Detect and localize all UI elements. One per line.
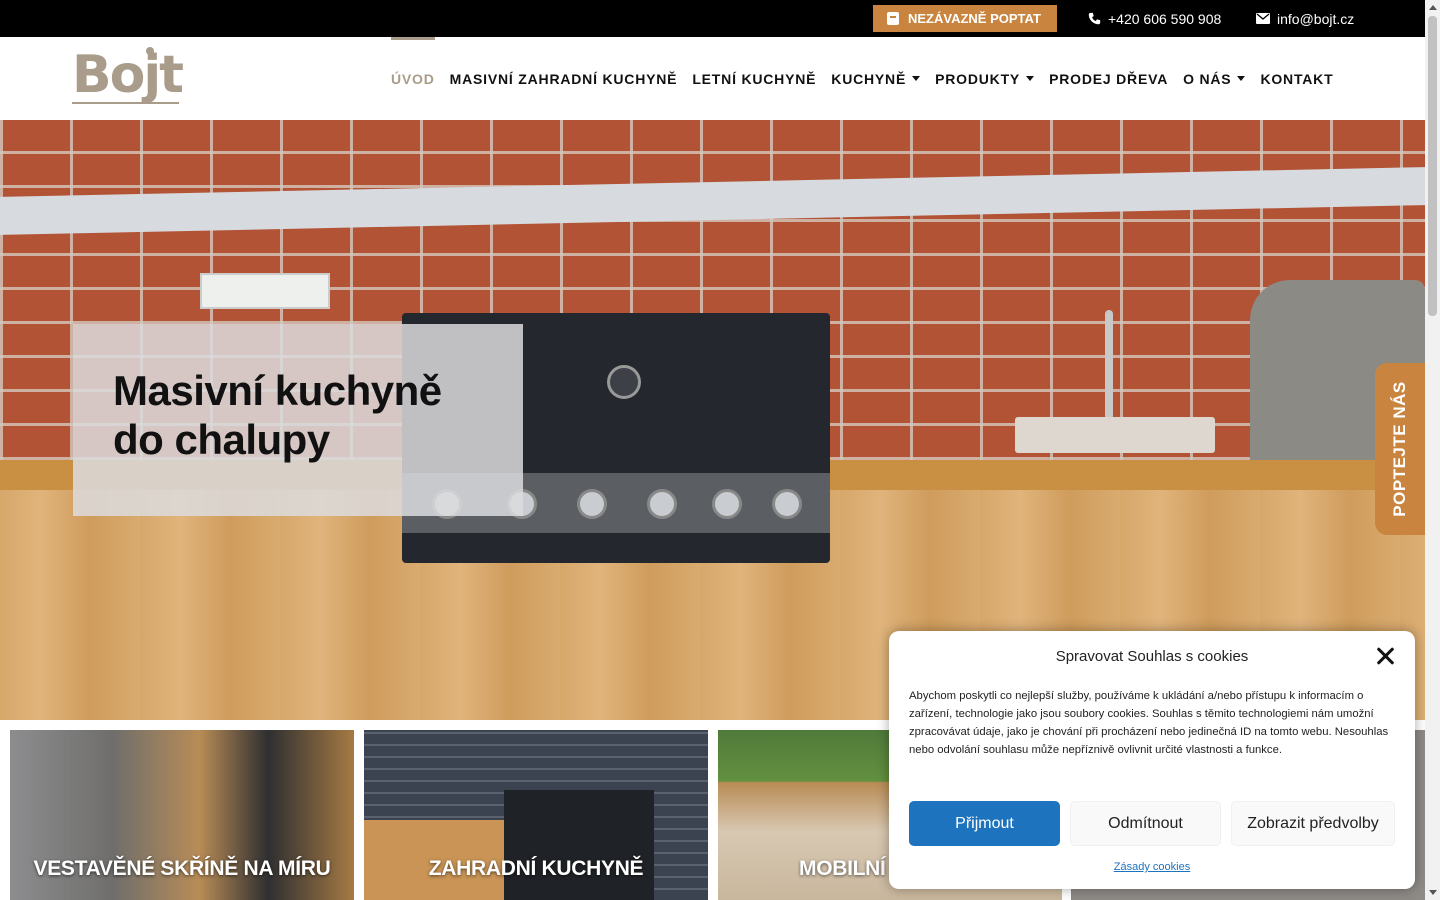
accept-button[interactable]: Přijmout [909,801,1060,846]
tile-label: VESTAVĚNÉ SKŘÍNĚ NA MÍRU [33,857,331,880]
logo[interactable]: Bojt [72,45,184,109]
hero-title-line2: do chalupy [113,416,330,463]
phone-icon [1088,12,1101,25]
nav-label: ÚVOD [391,70,435,87]
deny-button[interactable]: Odmítnout [1070,801,1221,846]
nav-item-o-nas[interactable]: O NÁS [1183,37,1246,120]
site-header: Bojt ÚVOD MASIVNÍ ZAHRADNÍ KUCHYNĚ LETNÍ… [0,37,1425,120]
nav-label: PRODEJ DŘEVA [1049,70,1169,87]
nav-item-masivni-zahradni-kuchyne[interactable]: MASIVNÍ ZAHRADNÍ KUCHYNĚ [450,37,678,120]
nav-item-kontakt[interactable]: KONTAKT [1260,37,1333,120]
hero-title-line1: Masivní kuchyně [113,367,442,414]
top-bar: NEZÁVAZNĚ POPTAT +420 606 590 908 info@b… [0,0,1425,37]
cookie-description: Abychom poskytli co nejlepší služby, pou… [909,690,1389,756]
quote-request-button[interactable]: NEZÁVAZNĚ POPTAT [873,5,1057,32]
nav-label: MASIVNÍ ZAHRADNÍ KUCHYNĚ [449,70,678,87]
nav-item-uvod[interactable]: ÚVOD [391,37,435,120]
contact-side-tab[interactable]: POPTEJTE NÁS [1375,363,1425,535]
nav-label: LETNÍ KUCHYNĚ [692,70,817,87]
nav-label: KONTAKT [1260,70,1334,87]
quote-request-label: NEZÁVAZNĚ POPTAT [908,11,1041,26]
nav-label: KUCHYNĚ [831,70,907,87]
scroll-thumb[interactable] [1428,16,1437,316]
power-socket-image [200,273,330,309]
hero-caption-card: Masivní kuchyně do chalupy [73,324,523,516]
scroll-down-icon[interactable] [1429,890,1437,895]
nav-item-produkty[interactable]: PRODUKTY [935,37,1035,120]
envelope-icon [1256,13,1270,24]
nav-item-kuchyne[interactable]: KUCHYNĚ [831,37,921,120]
knob-icon [712,489,742,519]
document-icon [887,12,899,25]
nav-item-prodej-dreva[interactable]: PRODEJ DŘEVA [1049,37,1168,120]
cookie-title: Spravovat Souhlas s cookies [1055,648,1249,665]
tile-label: ZAHRADNÍ KUCHYNĚ [428,857,644,880]
tile-vestavene-skrine[interactable]: VESTAVĚNÉ SKŘÍNĚ NA MÍRU [10,730,354,900]
hero-section: Masivní kuchyně do chalupy [0,120,1425,720]
knob-icon [577,489,607,519]
nav-item-letni-kuchyne[interactable]: LETNÍ KUCHYNĚ [692,37,816,120]
caret-down-icon [912,76,921,81]
hero-title: Masivní kuchyně do chalupy [113,366,513,464]
email-address: info@bojt.cz [1277,10,1355,27]
knob-icon [772,489,802,519]
tile-grill-image [504,790,654,900]
side-tab-label: POPTEJTE NÁS [1390,381,1409,517]
main-navigation: ÚVOD MASIVNÍ ZAHRADNÍ KUCHYNĚ LETNÍ KUCH… [391,37,1348,120]
cookie-consent-dialog: Spravovat Souhlas s cookies Abychom posk… [889,631,1415,889]
phone-link[interactable]: +420 606 590 908 [1088,0,1221,37]
preferences-button[interactable]: Zobrazit předvolby [1231,801,1395,846]
nav-label: PRODUKTY [935,70,1021,87]
thermometer-icon [607,365,641,399]
tile-zahradni-kuchyne[interactable]: ZAHRADNÍ KUCHYNĚ [364,730,708,900]
close-icon[interactable] [1375,646,1395,666]
sink-image [1015,417,1215,453]
scroll-up-icon[interactable] [1429,5,1437,10]
caret-down-icon [1237,76,1246,81]
nav-label: O NÁS [1183,70,1232,87]
phone-number: +420 606 590 908 [1108,10,1222,27]
logo-underline [72,102,179,104]
email-link[interactable]: info@bojt.cz [1256,0,1354,37]
faucet-image [1105,310,1113,420]
caret-down-icon [1026,76,1035,81]
knob-icon [647,489,677,519]
logo-text: Bojt [72,45,184,105]
scrollbar[interactable] [1425,0,1440,900]
cookie-policy-link[interactable]: Zásady cookies [889,861,1415,873]
